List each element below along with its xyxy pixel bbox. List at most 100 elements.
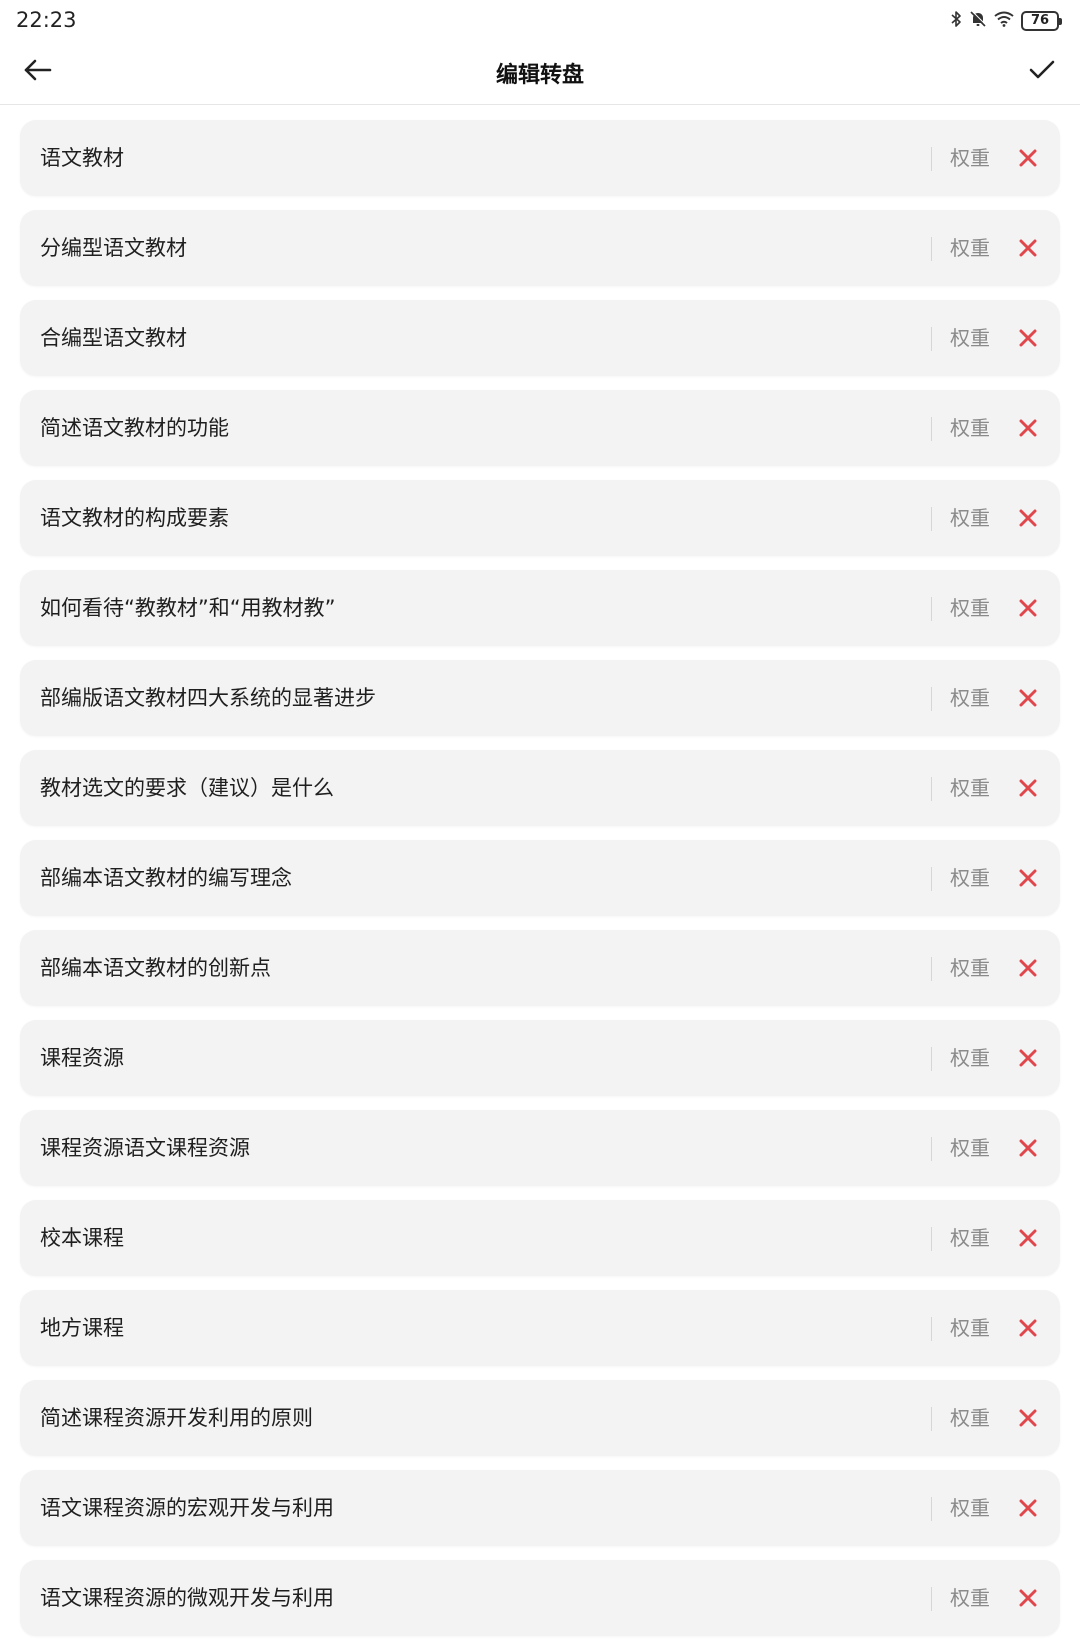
- item-divider: [931, 1317, 932, 1341]
- delete-button[interactable]: [1014, 504, 1042, 532]
- weight-button[interactable]: 权重: [950, 750, 990, 826]
- weight-button[interactable]: 权重: [950, 480, 990, 556]
- list-item[interactable]: 部编本语文教材的编写理念 权重: [20, 840, 1060, 916]
- list-item[interactable]: 课程资源语文课程资源 权重: [20, 1110, 1060, 1186]
- close-icon: [1019, 959, 1037, 977]
- item-label: 分编型语文教材: [40, 236, 187, 260]
- close-icon: [1019, 1049, 1037, 1067]
- delete-button[interactable]: [1014, 1584, 1042, 1612]
- weight-button[interactable]: 权重: [950, 840, 990, 916]
- close-icon: [1019, 599, 1037, 617]
- list-item[interactable]: 教材选文的要求（建议）是什么 权重: [20, 750, 1060, 826]
- weight-button[interactable]: 权重: [950, 1290, 990, 1366]
- delete-button[interactable]: [1014, 234, 1042, 262]
- item-divider: [931, 867, 932, 891]
- delete-button[interactable]: [1014, 324, 1042, 352]
- list-item[interactable]: 课程资源 权重: [20, 1020, 1060, 1096]
- item-divider: [931, 1047, 932, 1071]
- item-label: 地方课程: [40, 1316, 124, 1340]
- close-icon: [1019, 1409, 1037, 1427]
- close-icon: [1019, 149, 1037, 167]
- status-icons: 76: [950, 10, 1062, 32]
- delete-button[interactable]: [1014, 1134, 1042, 1162]
- app-header: 编辑转盘: [0, 42, 1080, 105]
- weight-button[interactable]: 权重: [950, 570, 990, 646]
- weight-button[interactable]: 权重: [950, 300, 990, 376]
- status-bar: 22:23 76: [0, 0, 1080, 42]
- weight-button[interactable]: 权重: [950, 390, 990, 466]
- item-label: 课程资源语文课程资源: [40, 1136, 250, 1160]
- item-label: 简述语文教材的功能: [40, 416, 229, 440]
- battery-level: 76: [1021, 11, 1059, 31]
- item-label: 语文教材: [40, 146, 124, 170]
- item-label: 语文教材的构成要素: [40, 506, 229, 530]
- delete-button[interactable]: [1014, 1044, 1042, 1072]
- weight-button[interactable]: 权重: [950, 1560, 990, 1636]
- weight-button[interactable]: 权重: [950, 1200, 990, 1276]
- confirm-button[interactable]: [1020, 50, 1064, 94]
- close-icon: [1019, 239, 1037, 257]
- delete-button[interactable]: [1014, 774, 1042, 802]
- weight-button[interactable]: 权重: [950, 930, 990, 1006]
- delete-button[interactable]: [1014, 414, 1042, 442]
- delete-button[interactable]: [1014, 864, 1042, 892]
- item-label: 语文课程资源的微观开发与利用: [40, 1586, 334, 1610]
- list-item[interactable]: 部编版语文教材四大系统的显著进步 权重: [20, 660, 1060, 736]
- close-icon: [1019, 329, 1037, 347]
- delete-button[interactable]: [1014, 684, 1042, 712]
- weight-button[interactable]: 权重: [950, 1470, 990, 1546]
- close-icon: [1019, 509, 1037, 527]
- item-divider: [931, 507, 932, 531]
- checkmark-icon: [1028, 58, 1056, 86]
- list-item[interactable]: 部编本语文教材的创新点 权重: [20, 930, 1060, 1006]
- list-item[interactable]: 分编型语文教材 权重: [20, 210, 1060, 286]
- close-icon: [1019, 1589, 1037, 1607]
- item-label: 简述课程资源开发利用的原则: [40, 1406, 313, 1430]
- page-title: 编辑转盘: [495, 63, 584, 88]
- list-item[interactable]: 如何看待“教教材”和“用教材教” 权重: [20, 570, 1060, 646]
- delete-button[interactable]: [1014, 1314, 1042, 1342]
- close-icon: [1019, 869, 1037, 887]
- delete-button[interactable]: [1014, 1494, 1042, 1522]
- weight-button[interactable]: 权重: [950, 210, 990, 286]
- item-label: 语文课程资源的宏观开发与利用: [40, 1496, 334, 1520]
- item-label: 部编版语文教材四大系统的显著进步: [40, 686, 376, 710]
- item-divider: [931, 417, 932, 441]
- list-item[interactable]: 语文课程资源的宏观开发与利用 权重: [20, 1470, 1060, 1546]
- item-divider: [931, 1137, 932, 1161]
- item-divider: [931, 597, 932, 621]
- list-item[interactable]: 合编型语文教材 权重: [20, 300, 1060, 376]
- item-label: 合编型语文教材: [40, 326, 187, 350]
- list-item[interactable]: 语文教材 权重: [20, 120, 1060, 196]
- delete-button[interactable]: [1014, 1404, 1042, 1432]
- delete-button[interactable]: [1014, 594, 1042, 622]
- item-divider: [931, 687, 932, 711]
- close-icon: [1019, 779, 1037, 797]
- item-label: 教材选文的要求（建议）是什么: [40, 776, 334, 800]
- weight-button[interactable]: 权重: [950, 1380, 990, 1456]
- item-label: 部编本语文教材的创新点: [40, 956, 271, 980]
- wheel-item-list: 语文教材 权重 分编型语文教材 权重 合编型语文教材 权重 简述语文教材的功能 权重 语文教材的…: [20, 120, 1060, 1650]
- close-icon: [1019, 689, 1037, 707]
- item-label: 校本课程: [40, 1226, 124, 1250]
- weight-button[interactable]: 权重: [950, 120, 990, 196]
- delete-button[interactable]: [1014, 1224, 1042, 1252]
- weight-button[interactable]: 权重: [950, 1020, 990, 1096]
- list-item[interactable]: 简述语文教材的功能 权重: [20, 390, 1060, 466]
- delete-button[interactable]: [1014, 954, 1042, 982]
- item-label: 课程资源: [40, 1046, 124, 1070]
- weight-button[interactable]: 权重: [950, 1110, 990, 1186]
- list-item[interactable]: 校本课程 权重: [20, 1200, 1060, 1276]
- list-item[interactable]: 语文教材的构成要素 权重: [20, 480, 1060, 556]
- list-item[interactable]: 地方课程 权重: [20, 1290, 1060, 1366]
- item-divider: [931, 147, 932, 171]
- list-item[interactable]: 简述课程资源开发利用的原则 权重: [20, 1380, 1060, 1456]
- item-label: 部编本语文教材的编写理念: [40, 866, 292, 890]
- delete-button[interactable]: [1014, 144, 1042, 172]
- mute-bell-icon: [969, 10, 987, 32]
- weight-button[interactable]: 权重: [950, 660, 990, 736]
- item-divider: [931, 1407, 932, 1431]
- close-icon: [1019, 1229, 1037, 1247]
- item-divider: [931, 1587, 932, 1611]
- list-item[interactable]: 语文课程资源的微观开发与利用 权重: [20, 1560, 1060, 1636]
